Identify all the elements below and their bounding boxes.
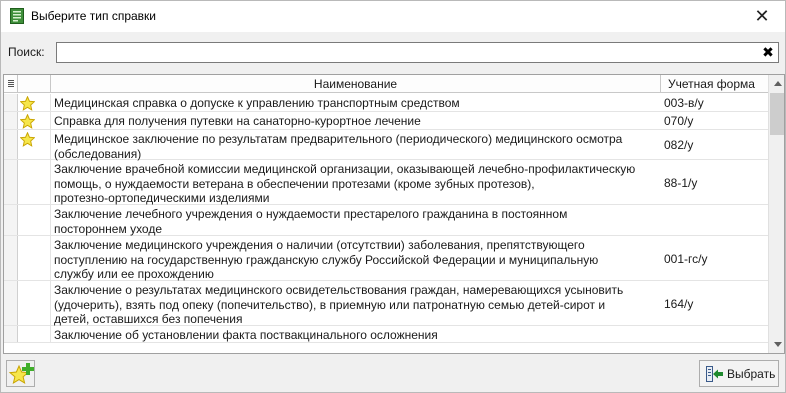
row-form: 164/у [664,297,694,311]
row-form: 001-гс/у [664,252,708,266]
row-name: Справка для получения путевки на санатор… [54,114,421,128]
select-button[interactable]: Выбрать [699,360,779,387]
row-selector[interactable] [4,130,18,159]
title-bar: Выберите тип справки ✕ [1,1,785,32]
table-row[interactable]: Медицинская справка о допуске к управлен… [4,94,769,112]
row-selector[interactable] [4,94,18,111]
arrow-up-icon [773,81,782,86]
column-menu-icon [7,80,14,88]
row-name: Медицинская справка о допуске к управлен… [54,96,460,110]
row-form: 88-1/у [664,176,698,190]
row-name: Заключение об установлении факта поствак… [54,328,438,342]
favorite-cell[interactable] [18,205,51,235]
row-selector[interactable] [4,281,18,325]
close-button[interactable]: ✕ [739,1,785,32]
row-name: Заключение лечебного учреждения о нуждае… [54,207,568,236]
column-header-form[interactable]: Учетная форма [661,75,769,93]
vertical-scrollbar[interactable] [768,75,784,353]
row-form: 003-в/у [664,96,704,110]
row-selector[interactable] [4,112,18,129]
favorite-cell[interactable] [18,112,51,129]
favorite-cell[interactable] [18,281,51,325]
favorite-cell[interactable] [18,160,51,204]
table-row[interactable]: Заключение медицинского учреждения о нал… [4,236,769,281]
table-row[interactable]: Заключение о результатах медицинского ос… [4,281,769,326]
star-icon [20,96,35,111]
column-chooser-button[interactable] [4,75,18,93]
row-selector[interactable] [4,236,18,280]
arrow-down-icon [773,342,782,347]
scroll-down-button[interactable] [769,336,784,353]
scroll-up-button[interactable] [769,75,784,92]
search-input[interactable] [59,44,749,61]
favorite-cell[interactable] [18,130,51,159]
favorite-cell[interactable] [18,236,51,280]
row-name: Заключение о результатах медицинского ос… [54,283,624,326]
table-row[interactable]: Заключение лечебного учреждения о нуждае… [4,205,769,236]
add-favorite-button[interactable] [6,360,35,387]
search-box: ✖ [56,42,779,63]
select-arrow-icon [706,366,723,382]
app-form-icon [10,8,24,24]
dialog-window: Выберите тип справки ✕ Поиск: ✖ Наименов… [0,0,786,393]
table-row[interactable]: Заключение врачебной комиссии медицинско… [4,160,769,205]
search-label: Поиск: [8,45,45,59]
scroll-thumb[interactable] [770,93,784,135]
row-selector[interactable] [4,160,18,204]
table-row[interactable]: Медицинское заключение по результатам пр… [4,130,769,161]
row-form: 082/у [664,138,694,152]
star-icon [20,132,35,147]
row-selector[interactable] [4,326,18,342]
select-button-label: Выбрать [727,367,776,381]
row-name: Заключение медицинского учреждения о нал… [54,238,599,281]
column-header-name[interactable]: Наименование [51,75,661,93]
add-favorite-icon [8,363,34,385]
row-name: Заключение врачебной комиссии медицинско… [54,162,636,205]
grid-header: Наименование Учетная форма [4,75,769,93]
report-type-grid: Наименование Учетная форма Медицинская с… [3,74,785,354]
favorite-cell[interactable] [18,326,51,342]
clear-search-icon[interactable]: ✖ [761,45,775,60]
close-icon: ✕ [754,6,770,26]
table-row[interactable]: Справка для получения путевки на санатор… [4,112,769,130]
window-title: Выберите тип справки [31,9,156,23]
row-selector[interactable] [4,205,18,235]
row-form: 070/у [664,114,694,128]
favorite-cell[interactable] [18,94,51,111]
table-row[interactable]: Заключение об установлении факта поствак… [4,326,769,343]
favorite-column-header[interactable] [18,75,51,93]
star-icon [20,114,35,129]
row-name: Медицинское заключение по результатам пр… [54,132,623,161]
